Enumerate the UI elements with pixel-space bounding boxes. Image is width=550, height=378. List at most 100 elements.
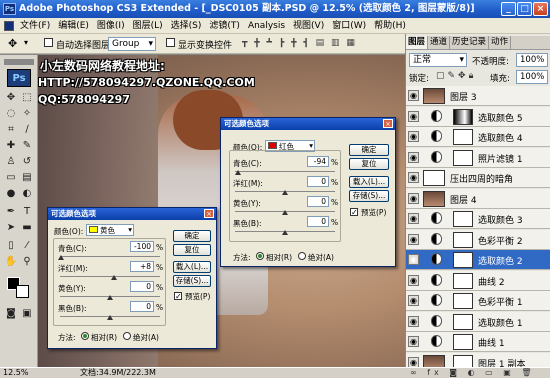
move-tool-icon[interactable]: ✥ — [8, 37, 17, 50]
black-slider-knob[interactable] — [282, 230, 288, 235]
blend-mode-dropdown[interactable]: 正常 ▾ — [409, 53, 467, 67]
layer-row[interactable]: ◉ 曲线 1 — [406, 332, 550, 352]
layer-row[interactable]: ◉ 照片滤镜 1 — [406, 147, 550, 168]
layer-mask-thumbnail[interactable] — [453, 252, 473, 268]
crop-tool-icon[interactable]: ⌗ — [4, 123, 18, 136]
menu-view[interactable]: 视图(V) — [289, 18, 328, 34]
layer-row[interactable]: ◉ 压出四周的暗角 — [406, 168, 550, 188]
layer-row[interactable]: ◉ 色彩平衡 2 — [406, 229, 550, 250]
visibility-eye-icon[interactable]: ◉ — [408, 172, 419, 183]
eraser-tool-icon[interactable]: ▭ — [4, 171, 18, 184]
cyan-slider-track[interactable] — [235, 171, 335, 172]
magenta-slider-track[interactable] — [60, 276, 160, 277]
yellow-slider-knob[interactable] — [107, 295, 113, 300]
layer-row[interactable]: ◉ 曲线 2 — [406, 270, 550, 291]
black-slider-knob[interactable] — [107, 315, 113, 320]
layer-mask-thumbnail[interactable] — [453, 272, 473, 289]
screen-mode-icon[interactable]: ▣ — [20, 307, 34, 320]
notes-tool-icon[interactable]: ▯ — [4, 239, 18, 252]
menu-select[interactable]: 选择(S) — [167, 18, 206, 34]
load-button[interactable]: 载入(L)... — [349, 176, 389, 188]
save-button[interactable]: 存储(S)... — [349, 190, 389, 202]
move-tool-icon[interactable]: ✥ — [4, 91, 18, 104]
layer-thumbnail[interactable] — [423, 170, 445, 186]
panel-bottom-icons[interactable]: ∞ fx ◙ ◐ ▭ ▣ 🗑︎ — [410, 368, 536, 378]
history-brush-icon[interactable]: ↺ — [20, 155, 34, 168]
background-color-swatch[interactable] — [16, 285, 29, 298]
visibility-eye-icon[interactable]: ◉ — [408, 356, 419, 368]
marquee-tool-icon[interactable]: ⬚ — [20, 91, 34, 104]
yellow-input[interactable]: 0 — [130, 281, 154, 292]
layer-row[interactable]: ◉ 选取颜色 4 — [406, 127, 550, 147]
black-input[interactable]: 0 — [130, 301, 154, 312]
cyan-input[interactable]: -100 — [130, 241, 154, 252]
layer-mask-thumbnail[interactable] — [453, 129, 473, 145]
cyan-slider-knob[interactable] — [235, 170, 241, 175]
zoom-tool-icon[interactable]: ⚲ — [20, 255, 34, 268]
layer-mask-thumbnail[interactable] — [453, 313, 473, 330]
align-distribute-icons[interactable]: ┳ ╋ ┻ ┣ ╋ ┫ ▤ ▥ ▦ — [242, 38, 392, 50]
type-tool-icon[interactable]: T — [20, 205, 34, 218]
visibility-eye-icon[interactable]: ◉ — [408, 192, 419, 204]
black-input[interactable]: 0 — [307, 216, 329, 227]
cyan-input[interactable]: -94 — [307, 156, 329, 167]
reset-button[interactable]: 复位 — [173, 244, 211, 256]
cyan-slider-track[interactable] — [60, 256, 160, 257]
dodge-tool-icon[interactable]: ◐ — [20, 187, 34, 200]
magenta-input[interactable]: 0 — [307, 176, 329, 187]
lasso-tool-icon[interactable]: ◌ — [4, 107, 18, 120]
layer-row[interactable]: ◉ 图层 4 — [406, 188, 550, 209]
layer-row[interactable]: ◉ 选取颜色 1 — [406, 311, 550, 332]
visibility-eye-icon[interactable]: ◉ — [408, 213, 419, 224]
maximize-icon[interactable]: □ — [517, 2, 532, 16]
tool-preset-chevron-icon[interactable]: ▾ — [24, 38, 28, 47]
tab-channels[interactable]: 通道 — [428, 36, 451, 49]
menu-analysis[interactable]: Analysis — [244, 18, 289, 34]
layer-row[interactable]: ◉ 选取颜色 2 — [406, 250, 550, 270]
layer-mask-thumbnail[interactable] — [453, 211, 473, 227]
layer-thumbnail[interactable] — [423, 88, 445, 104]
color-dropdown[interactable]: 黄色 ▾ — [86, 224, 134, 236]
visibility-eye-icon[interactable]: ◉ — [408, 295, 419, 306]
visibility-eye-icon[interactable]: ◉ — [408, 110, 419, 122]
eyedropper-tool-icon[interactable]: ⁄ — [20, 239, 34, 252]
show-transform-checkbox[interactable] — [166, 38, 175, 48]
path-select-icon[interactable]: ➤ — [4, 221, 18, 234]
fill-input[interactable]: 100% — [516, 70, 548, 84]
tab-history[interactable]: 历史记录 — [450, 36, 490, 49]
layer-mask-thumbnail[interactable] — [453, 149, 473, 166]
visibility-eye-icon[interactable]: ◉ — [408, 254, 419, 265]
visibility-eye-icon[interactable]: ◉ — [408, 90, 419, 101]
preview-checkbox[interactable] — [350, 207, 358, 217]
layer-mask-thumbnail[interactable] — [453, 293, 473, 309]
close-icon[interactable]: × — [204, 209, 214, 218]
visibility-eye-icon[interactable]: ◉ — [408, 315, 419, 327]
layer-row[interactable]: ◉ 选取颜色 5 — [406, 106, 550, 127]
brush-tool-icon[interactable]: ✎ — [20, 139, 34, 152]
magic-wand-tool-icon[interactable]: ✧ — [20, 107, 34, 120]
preview-checkbox[interactable] — [174, 291, 182, 301]
gradient-tool-icon[interactable]: ▤ — [20, 171, 34, 184]
menu-window[interactable]: 窗口(W) — [328, 18, 370, 34]
layer-mask-thumbnail[interactable] — [453, 108, 473, 125]
slice-tool-icon[interactable]: ∕ — [20, 123, 34, 136]
toolbox-grip[interactable] — [4, 59, 34, 65]
menu-layer[interactable]: 图层(L) — [129, 18, 167, 34]
magenta-slider-knob[interactable] — [282, 190, 288, 195]
relative-radio[interactable] — [81, 332, 89, 340]
pen-tool-icon[interactable]: ✒ — [4, 205, 18, 218]
layer-row[interactable]: ◉ 图层 3 — [406, 86, 550, 106]
tab-actions[interactable]: 动作 — [489, 36, 512, 49]
hand-tool-icon[interactable]: ✋ — [4, 255, 18, 268]
save-button[interactable]: 存储(S)... — [173, 275, 211, 287]
absolute-radio[interactable] — [298, 252, 306, 260]
cyan-slider-knob[interactable] — [58, 255, 64, 260]
menu-image[interactable]: 图像(I) — [93, 18, 129, 34]
menu-edit[interactable]: 编辑(E) — [54, 18, 93, 34]
absolute-radio[interactable] — [123, 332, 131, 340]
magenta-slider-knob[interactable] — [111, 275, 117, 280]
lock-icons[interactable]: ▢✎✥🔒︎ — [436, 71, 476, 81]
minimize-icon[interactable]: _ — [501, 2, 516, 16]
magenta-input[interactable]: +8 — [130, 261, 154, 272]
yellow-input[interactable]: 0 — [307, 196, 329, 207]
